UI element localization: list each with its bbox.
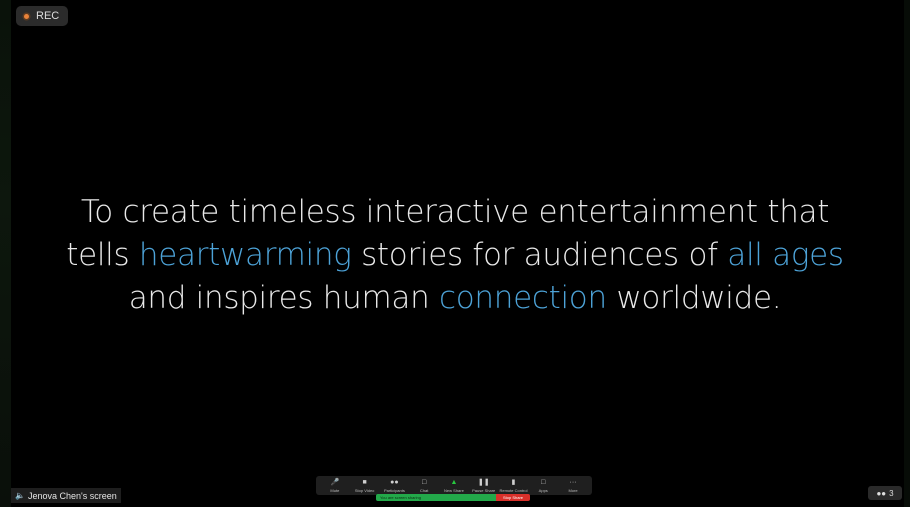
slide-line-1: To create timeless interactive entertain… xyxy=(80,194,830,230)
screen-owner-name: Jenova Chen's screen xyxy=(27,490,117,501)
right-edge-strip xyxy=(904,0,910,507)
more-icon: ··· xyxy=(569,478,577,486)
participants-count: 3 xyxy=(889,488,894,498)
highlight-heartwarming: heartwarming xyxy=(138,237,352,273)
record-indicator-icon xyxy=(24,13,29,19)
share-screen-icon: ▲ xyxy=(450,478,458,486)
speaker-icon: 🔈 xyxy=(15,491,25,500)
camera-icon: ■ xyxy=(362,478,367,486)
stop-share-button[interactable]: Stop Share xyxy=(496,494,530,501)
people-icon: ●● xyxy=(876,488,887,498)
participants-icon: ●● xyxy=(390,478,399,486)
microphone-icon: 🎤 xyxy=(330,478,340,486)
pause-icon: ❚❚ xyxy=(477,478,490,486)
shared-screen-owner-label: 🔈 Jenova Chen's screen xyxy=(11,488,121,503)
meeting-toolbar: 🎤 Mute ■ Stop Video ●● Participants □ Ch… xyxy=(316,476,592,495)
slide-mission-statement: To create timeless interactive entertain… xyxy=(40,191,870,320)
recording-label: REC xyxy=(36,10,60,22)
pause-share-button[interactable]: ❚❚ Pause Share xyxy=(470,479,498,493)
stop-video-button[interactable]: ■ Stop Video xyxy=(351,479,379,493)
apps-icon: □ xyxy=(541,478,546,486)
sharing-status-text: You are screen sharing xyxy=(380,495,421,500)
screen-sharing-status-bar: You are screen sharing Stop Share xyxy=(376,494,530,501)
mouse-icon: ▮ xyxy=(511,478,516,486)
recording-badge[interactable]: REC xyxy=(16,6,69,26)
chat-button[interactable]: □ Chat xyxy=(410,479,438,493)
mute-button[interactable]: 🎤 Mute xyxy=(321,479,349,493)
more-button[interactable]: ··· More xyxy=(559,479,587,493)
sharing-status: You are screen sharing xyxy=(376,494,496,501)
new-share-button[interactable]: ▲ New Share xyxy=(440,479,468,493)
chat-icon: □ xyxy=(422,478,427,486)
participants-button[interactable]: ●● Participants xyxy=(380,479,408,493)
participants-count-chip[interactable]: ●● 3 xyxy=(868,486,902,500)
slide-line-2: tells heartwarming stories for audiences… xyxy=(66,237,844,273)
highlight-all-ages: all ages xyxy=(727,237,844,273)
highlight-connection: connection xyxy=(439,280,607,316)
apps-button[interactable]: □ Apps xyxy=(529,479,557,493)
remote-control-button[interactable]: ▮ Remote Control xyxy=(499,479,527,493)
left-edge-strip xyxy=(0,0,11,507)
slide-line-3: and inspires human connection worldwide. xyxy=(128,280,782,316)
